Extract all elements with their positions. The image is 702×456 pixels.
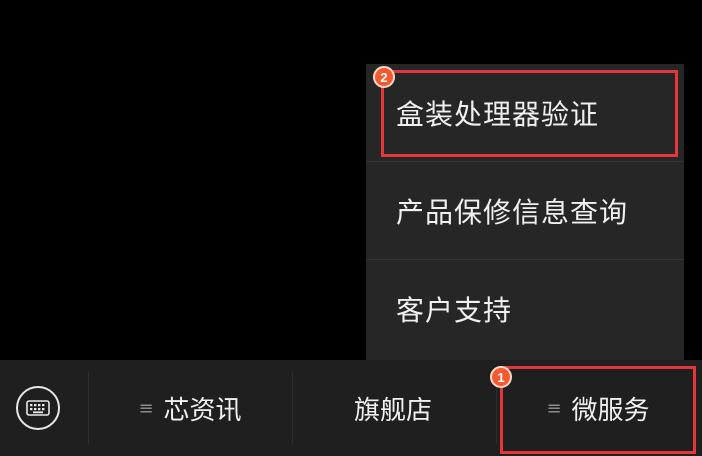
tab-label: 旗舰店 xyxy=(353,395,432,426)
bar-divider xyxy=(88,372,89,444)
menu-item-boxed-processor-verification[interactable]: 盒装处理器验证 xyxy=(366,64,684,162)
wechat-chat-screen: 盒装处理器验证 产品保修信息查询 客户支持 ≡ 芯资讯 旗舰店 ≡ 微服务 2 … xyxy=(0,0,702,456)
menu-lines-icon: ≡ xyxy=(138,397,154,419)
bottom-menu-bar: ≡ 芯资讯 旗舰店 ≡ 微服务 xyxy=(0,360,702,456)
tab-flagship-store[interactable]: 旗舰店 xyxy=(293,360,493,456)
menu-item-label: 客户支持 xyxy=(396,294,513,327)
step-badge-2: 2 xyxy=(373,66,395,88)
step-number: 2 xyxy=(380,69,388,85)
step-number: 1 xyxy=(497,369,505,385)
menu-item-label: 盒装处理器验证 xyxy=(396,97,600,131)
tab-label: 微服务 xyxy=(571,395,650,426)
menu-item-label: 产品保修信息查询 xyxy=(396,195,629,229)
step-badge-1: 1 xyxy=(490,366,512,388)
menu-item-customer-support[interactable]: 客户支持 xyxy=(366,260,684,358)
tab-label: 芯资讯 xyxy=(163,395,242,426)
menu-lines-icon: ≡ xyxy=(546,397,562,419)
menu-item-warranty-query[interactable]: 产品保修信息查询 xyxy=(366,162,684,260)
submenu-popup: 盒装处理器验证 产品保修信息查询 客户支持 xyxy=(366,64,684,360)
keyboard-icon xyxy=(26,400,50,416)
tab-chip-news[interactable]: ≡ 芯资讯 xyxy=(90,360,290,456)
keyboard-toggle-button[interactable] xyxy=(16,386,60,430)
tab-micro-service[interactable]: ≡ 微服务 xyxy=(500,360,696,456)
